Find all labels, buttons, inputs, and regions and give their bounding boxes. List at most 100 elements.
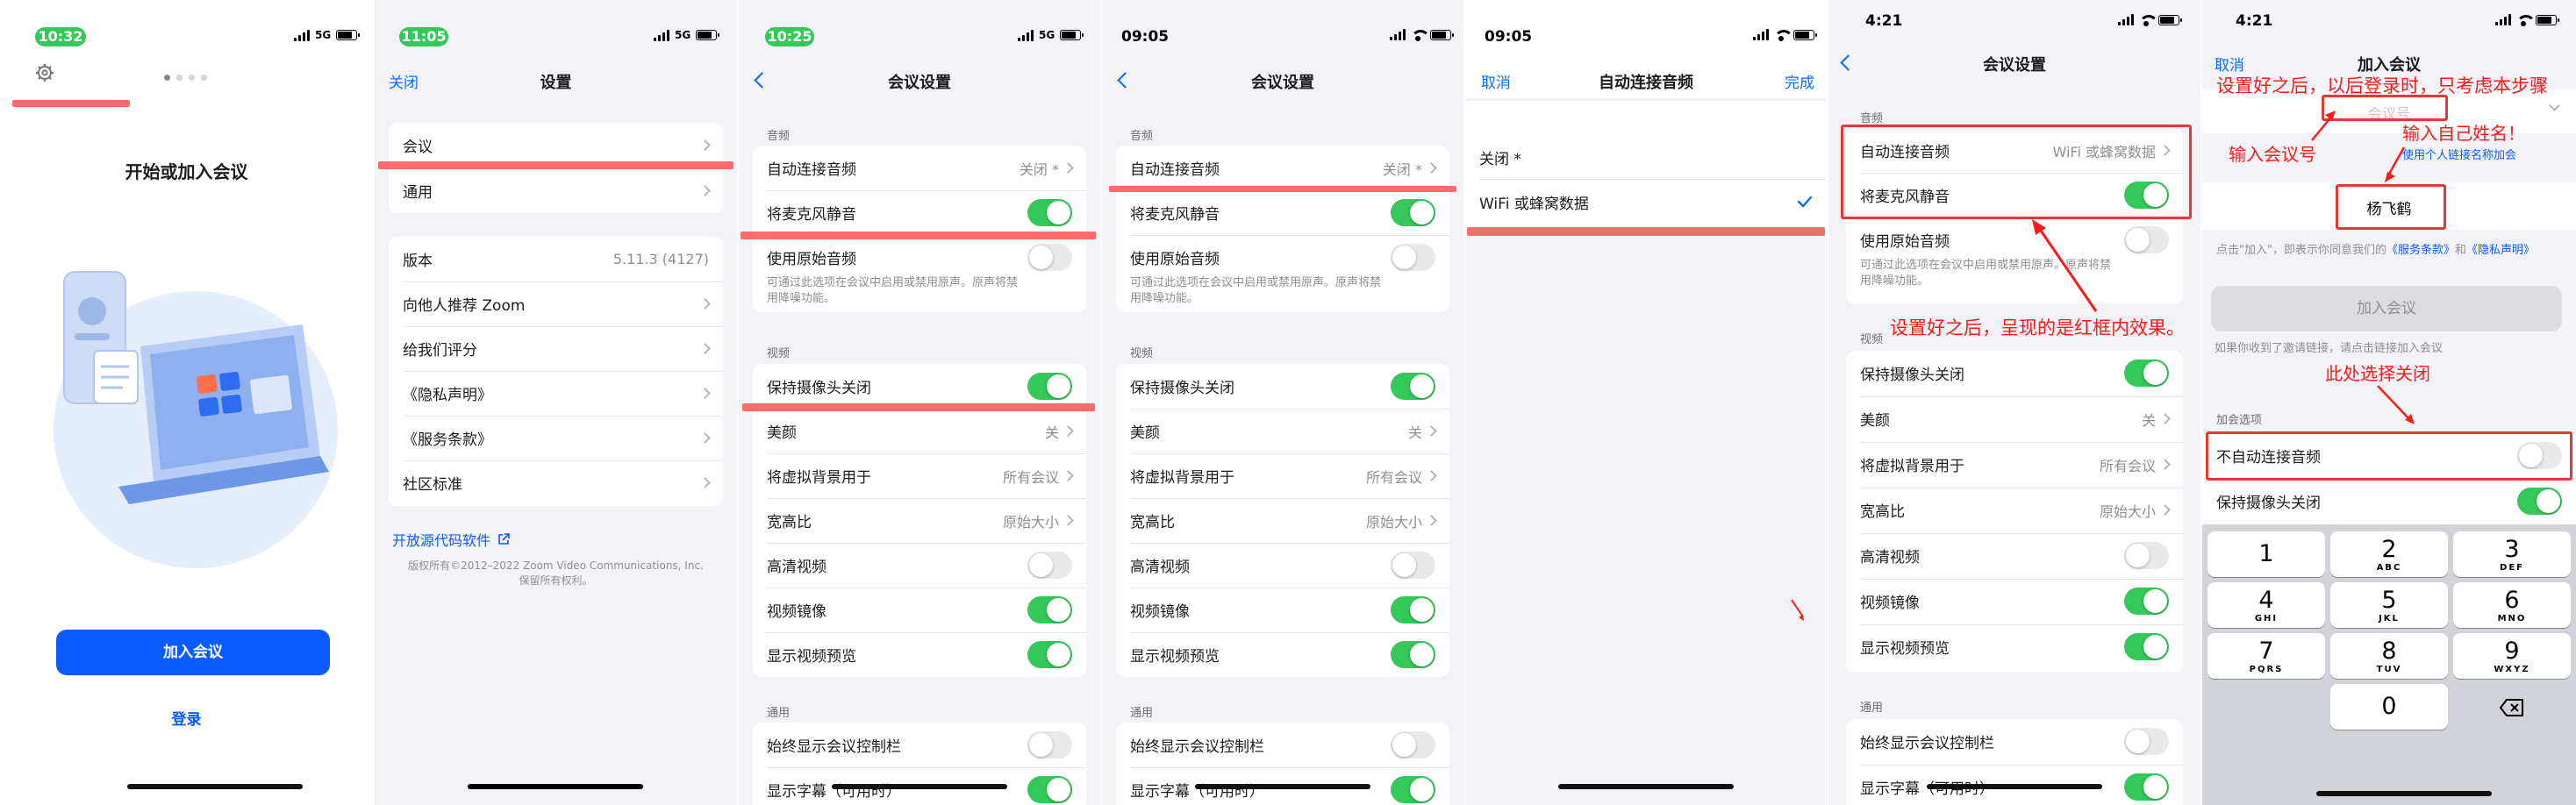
video-preview-toggle[interactable]	[1027, 641, 1072, 668]
settings-item-general[interactable]: 通用	[389, 168, 723, 213]
mirror-video-toggle[interactable]	[1391, 596, 1435, 623]
hd-video-row: 高清视频	[1846, 533, 2183, 578]
virtual-bg-row[interactable]: 将虚拟背景用于 所有会议	[1846, 442, 2183, 487]
item-value: 所有会议	[1002, 468, 1059, 486]
mute-mic-toggle[interactable]	[1027, 199, 1072, 226]
keypad-key-0[interactable]: 0	[2330, 684, 2448, 730]
video-group: 保持摄像头关闭 美颜 关 将虚拟背景用于 所有会议 宽高比 原始大小 高清视频 视频镜…	[1116, 364, 1449, 677]
settings-item-rate[interactable]: 给我们评分	[389, 326, 723, 371]
always-show-controls-toggle[interactable]	[2124, 728, 2169, 755]
screenshot-collage: 10:32 5G 开始或加入会议 加入会议 登录 11:05 5G 关闭 设置	[0, 0, 2576, 805]
gear-icon[interactable]	[35, 63, 54, 82]
key-digit: 2	[2381, 536, 2397, 563]
always-show-controls-toggle[interactable]	[1391, 731, 1435, 759]
hd-video-toggle[interactable]	[2124, 542, 2169, 569]
key-letters: JKL	[2379, 614, 2400, 623]
keep-camera-off-toggle[interactable]	[1027, 373, 1072, 400]
item-label: 保持摄像头关闭	[1130, 380, 1234, 397]
join-meeting-button[interactable]: 加入会议	[56, 630, 330, 675]
original-audio-desc: 可通过此选项在会议中启用或禁用原声。原声将禁 用降噪功能。	[1130, 276, 1382, 305]
option-off[interactable]: 关闭 *	[1465, 135, 1827, 179]
chevron-right-icon	[2159, 504, 2171, 516]
keep-camera-off-toggle[interactable]	[2124, 360, 2169, 387]
key-digit: 9	[2504, 638, 2520, 665]
video-preview-row: 显示视频预览	[753, 632, 1086, 677]
show-captions-toggle[interactable]	[1027, 776, 1072, 803]
settings-item-recommend[interactable]: 向他人推荐 Zoom	[389, 281, 723, 326]
annotation-text: 设置好之后，呈现的是红框内效果。	[1890, 317, 2185, 338]
chevron-right-icon	[1426, 470, 1437, 481]
keep-camera-off-row: 保持摄像头关闭	[753, 364, 1086, 409]
nav-title: 会议设置	[888, 74, 951, 92]
aspect-ratio-row[interactable]: 宽高比 原始大小	[753, 498, 1086, 543]
mirror-video-toggle[interactable]	[1027, 596, 1072, 623]
signal-icon	[1753, 29, 1769, 40]
virtual-bg-row[interactable]: 将虚拟背景用于 所有会议	[1116, 453, 1449, 498]
version-value: 5.11.3 (4127)	[612, 251, 709, 267]
page-title: 开始或加入会议	[125, 161, 248, 182]
key-letters: PQRS	[2249, 665, 2284, 674]
key-letters: ABC	[2376, 563, 2402, 573]
page-indicator	[164, 75, 207, 81]
item-label: 显示字幕（可用时）	[767, 783, 901, 801]
option-wifi-cellular[interactable]: WiFi 或蜂窝数据	[1465, 180, 1827, 224]
chevron-right-icon	[1426, 515, 1437, 526]
aspect-ratio-row[interactable]: 宽高比 原始大小	[1116, 498, 1449, 543]
show-captions-toggle[interactable]	[2124, 773, 2169, 801]
aspect-ratio-row[interactable]: 宽高比 原始大小	[1846, 488, 2183, 532]
backspace-key[interactable]	[2453, 686, 2571, 731]
keypad-key-7[interactable]: 7 PQRS	[2207, 633, 2325, 679]
section-header-video: 视频	[1130, 347, 1154, 360]
item-label: 美颜	[1860, 412, 1890, 430]
original-audio-toggle[interactable]	[1027, 244, 1072, 271]
item-value: 原始大小	[1365, 513, 1422, 531]
mirror-video-toggle[interactable]	[2124, 588, 2169, 615]
settings-item-privacy[interactable]: 《隐私声明》	[389, 371, 723, 416]
copyright-line: 版权所有©2012–2022 Zoom Video Communications…	[408, 559, 704, 572]
keypad-key-8[interactable]: 8 TUV	[2330, 633, 2448, 679]
battery-icon	[336, 30, 361, 40]
keypad-key-5[interactable]: 5 JKL	[2330, 582, 2448, 628]
auto-connect-audio-row[interactable]: 自动连接音频 关闭 *	[1116, 146, 1449, 190]
highlight-underline	[1467, 227, 1825, 236]
key-letters: DEF	[2500, 563, 2524, 573]
chevron-right-icon	[699, 298, 711, 310]
open-source-link[interactable]: 开放源代码软件	[392, 529, 510, 550]
item-label: 保持摄像头关闭	[1860, 367, 1964, 384]
keypad-key-1[interactable]: 1	[2207, 531, 2325, 577]
original-audio-toggle[interactable]	[1391, 244, 1435, 271]
key-digit: 7	[2258, 638, 2274, 665]
always-show-controls-toggle[interactable]	[1027, 731, 1072, 759]
login-link[interactable]: 登录	[0, 707, 373, 729]
item-label: 社区标准	[403, 476, 462, 494]
keypad-key-2[interactable]: 2 ABC	[2330, 531, 2448, 577]
home-indicator	[1927, 784, 2102, 789]
network-label: 5G	[675, 29, 691, 41]
show-captions-toggle[interactable]	[1391, 776, 1435, 803]
video-group: 保持摄像头关闭 美颜 关 将虚拟背景用于 所有会议 宽高比 原始大小 高清视频 视频镜…	[1846, 351, 2183, 673]
auto-connect-audio-row[interactable]: 自动连接音频 关闭 *	[753, 146, 1086, 190]
beauty-row[interactable]: 美颜 关	[753, 409, 1086, 453]
mute-mic-toggle[interactable]	[1391, 199, 1435, 226]
status-time: 10:25	[765, 27, 814, 46]
option-label: 关闭 *	[1479, 150, 1521, 168]
beauty-row[interactable]: 美颜 关	[1846, 396, 2183, 441]
settings-item-terms[interactable]: 《服务条款》	[389, 416, 723, 460]
keypad-key-3[interactable]: 3 DEF	[2453, 531, 2571, 577]
keypad-key-4[interactable]: 4 GHI	[2207, 582, 2325, 628]
keypad-key-9[interactable]: 9 WXYZ	[2453, 633, 2571, 679]
hd-video-toggle[interactable]	[1027, 552, 1072, 579]
done-button[interactable]: 完成	[1785, 70, 1814, 92]
keypad-key-6[interactable]: 6 MNO	[2453, 582, 2571, 628]
beauty-row[interactable]: 美颜 关	[1116, 409, 1449, 453]
hd-video-toggle[interactable]	[1391, 552, 1435, 579]
video-preview-toggle[interactable]	[2124, 633, 2169, 660]
item-value: 所有会议	[2099, 457, 2156, 474]
virtual-bg-row[interactable]: 将虚拟背景用于 所有会议	[753, 453, 1086, 498]
settings-item-community[interactable]: 社区标准	[389, 460, 723, 505]
version-row: 版本 5.11.3 (4127)	[389, 237, 723, 281]
audio-group: 自动连接音频 关闭 * 将麦克风静音 使用原始音频 可通过此选项在会议中启用或禁用…	[753, 146, 1086, 312]
video-preview-toggle[interactable]	[1391, 641, 1435, 668]
keep-camera-off-toggle[interactable]	[1391, 373, 1435, 400]
status-indicators: 5G	[1018, 29, 1084, 41]
